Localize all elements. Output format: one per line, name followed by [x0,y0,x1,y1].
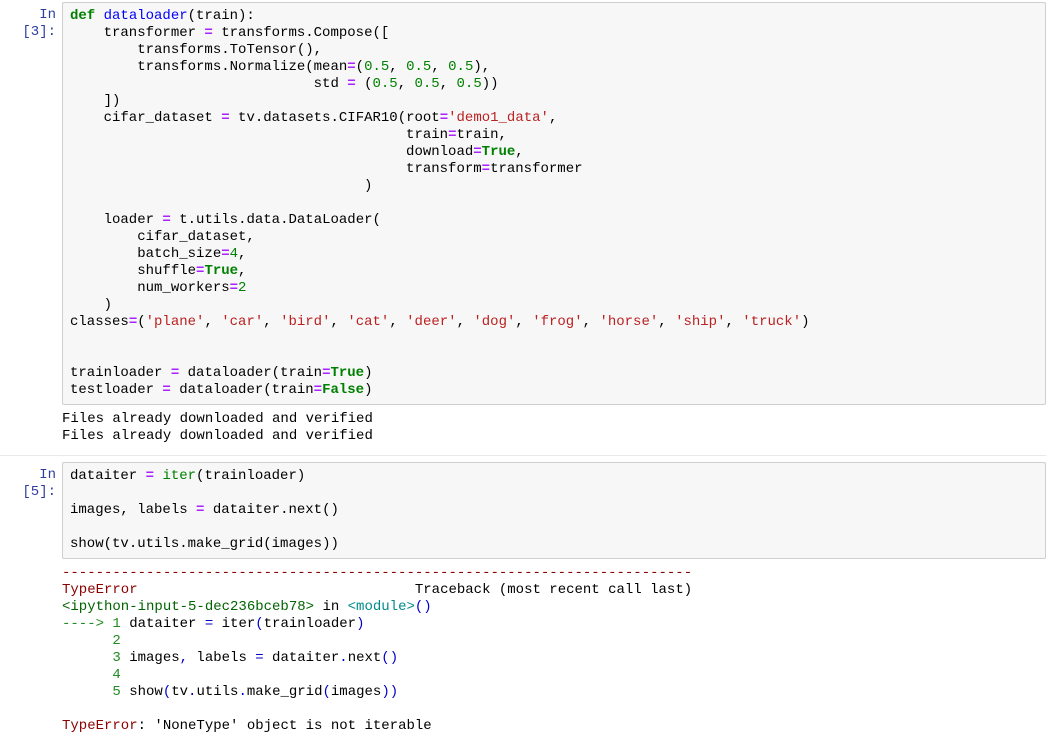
stream-output: Files already downloaded and verifiedFil… [62,409,1046,451]
cell-divider [0,455,1046,456]
input-prompt: In [3]: [0,2,62,405]
output-prompt-spacer [0,409,62,451]
code-cell-3[interactable]: In [3]: def dataloader(train): transform… [0,0,1046,407]
notebook-container: In [3]: def dataloader(train): transform… [0,0,1046,743]
output-cell-3: Files already downloaded and verifiedFil… [0,407,1046,453]
code-cell-5[interactable]: In [5]: dataiter = iter(trainloader) ima… [0,460,1046,561]
input-prompt: In [5]: [0,462,62,559]
output-cell-5: ----------------------------------------… [0,561,1046,743]
code-input-area[interactable]: def dataloader(train): transformer = tra… [62,2,1046,405]
code-input-area[interactable]: dataiter = iter(trainloader) images, lab… [62,462,1046,559]
output-prompt-spacer [0,563,62,741]
traceback-output: ----------------------------------------… [62,563,1046,741]
